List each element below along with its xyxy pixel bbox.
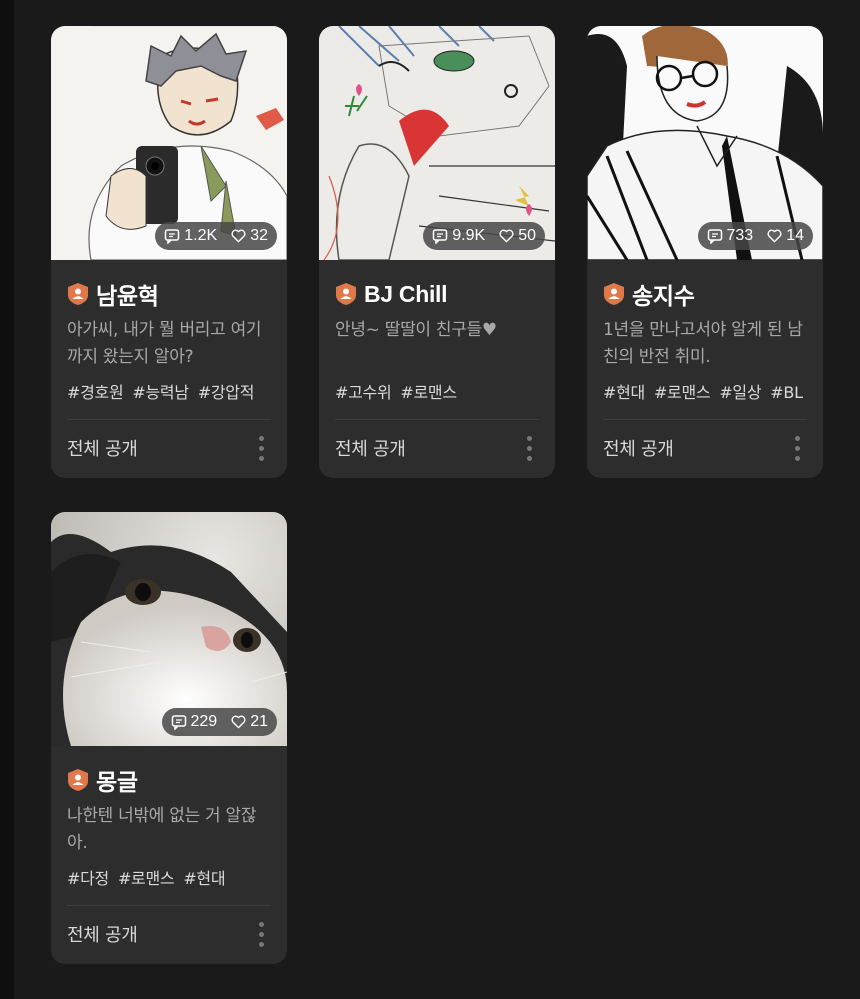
tag[interactable]: #강압적 xyxy=(198,383,255,402)
card-tags: #고수위 #로맨스 xyxy=(335,379,539,403)
comment-icon xyxy=(171,715,186,730)
card-stats: 1.2K 32 xyxy=(155,222,277,250)
creator-badge-icon xyxy=(604,283,624,305)
character-card[interactable]: 229 21 몽글 나한텐 너밖에 없는 거 알잖아. #다정 #로맨스 #현대 전… xyxy=(51,512,287,964)
like-count: 14 xyxy=(786,227,804,244)
visibility-label: 전체 공개 xyxy=(335,439,406,460)
card-footer: 전체 공개 xyxy=(603,420,807,476)
tag[interactable]: #현대 xyxy=(183,869,225,888)
like-count: 50 xyxy=(518,227,536,244)
more-options-button[interactable] xyxy=(251,432,271,464)
card-description: 나한텐 너밖에 없는 거 알잖아. xyxy=(67,806,257,853)
tag[interactable]: #일상 xyxy=(719,383,761,402)
tag[interactable]: #로맨스 xyxy=(654,383,711,402)
card-stats: 229 21 xyxy=(161,708,277,736)
tag[interactable]: #다정 xyxy=(67,869,109,888)
heart-icon xyxy=(499,229,514,243)
comment-icon xyxy=(433,229,448,244)
like-count: 21 xyxy=(250,713,268,730)
card-title: 송지수 xyxy=(632,283,695,309)
card-description: 1년을 만나고서야 알게 된 남친의 반전 취미. xyxy=(603,320,803,367)
card-description: 안녕~ 딸딸이 친구들♥ xyxy=(335,320,497,340)
card-thumbnail[interactable]: 9.9K 50 xyxy=(319,26,555,260)
comment-count: 9.9K xyxy=(452,227,486,244)
visibility-label: 전체 공개 xyxy=(603,439,674,460)
like-count: 32 xyxy=(250,227,268,244)
tag[interactable]: #경호원 xyxy=(67,383,124,402)
character-card[interactable]: 733 14 송지수 1년을 만나고서야 알게 된 남친의 반전 취미. #현대… xyxy=(587,26,823,478)
card-title-row: 송지수 xyxy=(603,277,807,311)
creator-badge-icon xyxy=(68,283,88,305)
character-card[interactable]: 9.9K 50 BJ Chill 안녕~ 딸딸이 친구들♥ #고수위 #로맨스 전… xyxy=(319,26,555,478)
tag[interactable]: #BL xyxy=(770,383,803,402)
card-title: 남윤혁 xyxy=(96,283,159,309)
heart-icon xyxy=(767,229,782,243)
heart-icon xyxy=(231,715,246,729)
card-title: BJ Chill xyxy=(364,280,448,307)
creator-badge-icon xyxy=(336,283,356,305)
card-footer: 전체 공개 xyxy=(67,906,271,962)
more-options-button[interactable] xyxy=(787,432,807,464)
visibility-label: 전체 공개 xyxy=(67,925,138,946)
character-card[interactable]: 1.2K 32 남윤혁 아가씨, 내가 뭘 버리고 여기까지 왔는지 알아? #… xyxy=(51,26,287,478)
card-thumbnail[interactable]: 733 14 xyxy=(587,26,823,260)
tag[interactable]: #로맨스 xyxy=(118,869,175,888)
comment-count: 1.2K xyxy=(184,227,218,244)
tag[interactable]: #로맨스 xyxy=(400,383,457,402)
card-title-row: 몽글 xyxy=(67,763,271,797)
tag[interactable]: #고수위 xyxy=(335,383,392,402)
comment-icon xyxy=(165,229,180,244)
card-tags: #다정 #로맨스 #현대 xyxy=(67,865,271,889)
left-edge-panel xyxy=(0,0,14,999)
tag[interactable]: #능력남 xyxy=(132,383,189,402)
comment-icon xyxy=(707,229,722,244)
card-description: 아가씨, 내가 뭘 버리고 여기까지 왔는지 알아? xyxy=(67,320,262,367)
card-thumbnail[interactable]: 229 21 xyxy=(51,512,287,746)
visibility-label: 전체 공개 xyxy=(67,439,138,460)
card-thumbnail[interactable]: 1.2K 32 xyxy=(51,26,287,260)
heart-icon xyxy=(231,229,246,243)
character-card-grid: 1.2K 32 남윤혁 아가씨, 내가 뭘 버리고 여기까지 왔는지 알아? #… xyxy=(51,26,831,964)
card-tags: #경호원 #능력남 #강압적 xyxy=(67,379,271,403)
card-title: 몽글 xyxy=(96,769,138,795)
card-stats: 733 14 xyxy=(697,222,813,250)
card-footer: 전체 공개 xyxy=(335,420,539,476)
comment-count: 733 xyxy=(726,227,754,244)
card-tags: #현대 #로맨스 #일상 #BL xyxy=(603,379,807,403)
card-stats: 9.9K 50 xyxy=(423,222,545,250)
tag[interactable]: #현대 xyxy=(603,383,645,402)
comment-count: 229 xyxy=(190,713,218,730)
more-options-button[interactable] xyxy=(519,432,539,464)
card-title-row: BJ Chill xyxy=(335,277,539,311)
creator-badge-icon xyxy=(68,769,88,791)
card-footer: 전체 공개 xyxy=(67,420,271,476)
more-options-button[interactable] xyxy=(251,918,271,950)
card-title-row: 남윤혁 xyxy=(67,277,271,311)
